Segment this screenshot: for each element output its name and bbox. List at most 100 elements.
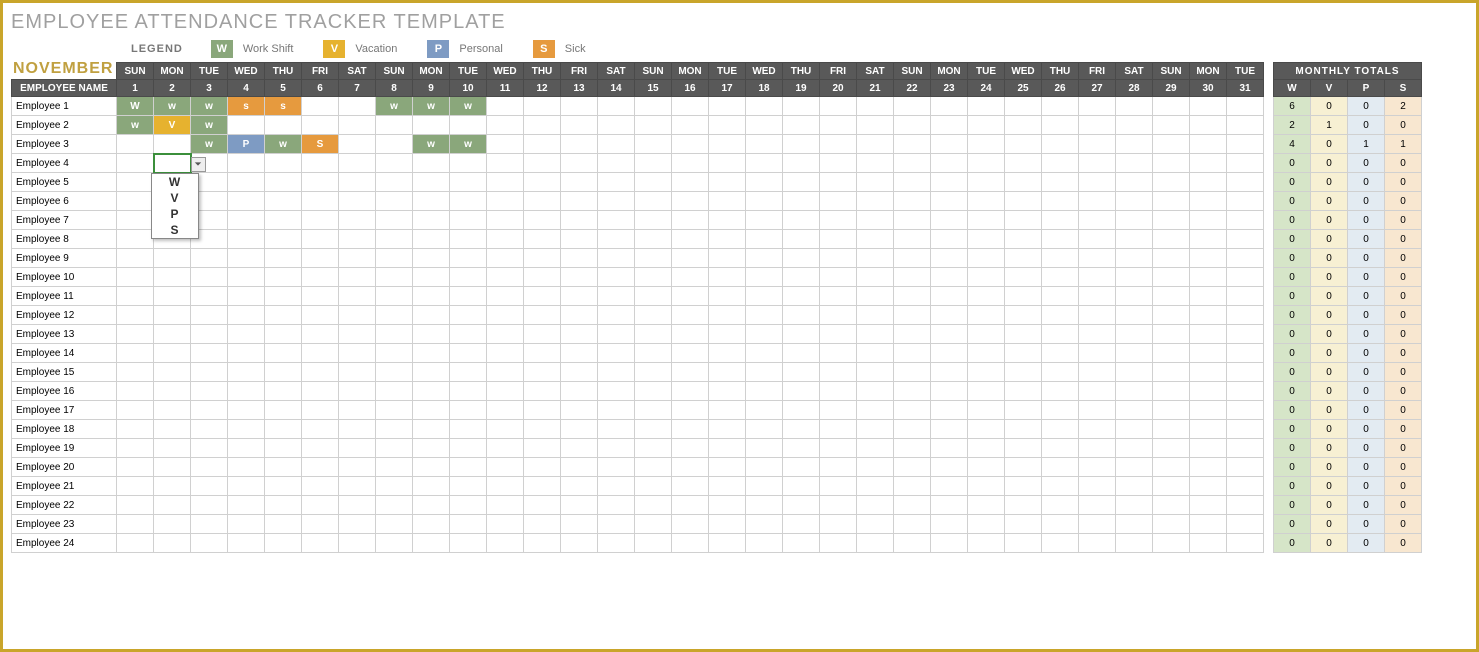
attendance-cell[interactable] (746, 135, 783, 154)
attendance-cell[interactable] (413, 154, 450, 173)
employee-name[interactable]: Employee 3 (12, 135, 117, 154)
dropdown-option-s[interactable]: S (152, 222, 198, 238)
attendance-cell[interactable] (1116, 496, 1153, 515)
attendance-cell[interactable] (1079, 97, 1116, 116)
attendance-cell[interactable] (894, 363, 931, 382)
attendance-cell[interactable] (672, 439, 709, 458)
attendance-cell[interactable] (635, 192, 672, 211)
attendance-cell[interactable] (968, 154, 1005, 173)
attendance-cell[interactable] (672, 192, 709, 211)
attendance-cell[interactable] (598, 458, 635, 477)
attendance-cell[interactable] (931, 420, 968, 439)
attendance-cell[interactable] (894, 534, 931, 553)
attendance-cell[interactable] (376, 534, 413, 553)
attendance-cell[interactable] (968, 477, 1005, 496)
attendance-cell[interactable] (561, 420, 598, 439)
attendance-cell[interactable] (598, 97, 635, 116)
attendance-cell[interactable] (1042, 496, 1079, 515)
attendance-cell[interactable] (117, 211, 154, 230)
attendance-cell[interactable]: w (265, 135, 302, 154)
attendance-cell[interactable] (561, 363, 598, 382)
attendance-cell[interactable] (413, 477, 450, 496)
attendance-cell[interactable] (561, 401, 598, 420)
attendance-cell[interactable] (746, 230, 783, 249)
attendance-cell[interactable] (635, 401, 672, 420)
attendance-cell[interactable] (1079, 306, 1116, 325)
attendance-cell[interactable] (191, 268, 228, 287)
employee-name[interactable]: Employee 4 (12, 154, 117, 173)
attendance-cell[interactable] (783, 344, 820, 363)
attendance-cell[interactable] (265, 249, 302, 268)
attendance-cell[interactable] (709, 325, 746, 344)
attendance-cell[interactable] (820, 268, 857, 287)
attendance-cell[interactable] (783, 173, 820, 192)
attendance-cell[interactable] (117, 268, 154, 287)
attendance-cell[interactable] (413, 173, 450, 192)
attendance-cell[interactable] (487, 287, 524, 306)
attendance-cell[interactable] (635, 173, 672, 192)
attendance-cell[interactable] (339, 420, 376, 439)
attendance-cell[interactable] (635, 496, 672, 515)
attendance-cell[interactable] (117, 287, 154, 306)
attendance-cell[interactable] (228, 192, 265, 211)
employee-name[interactable]: Employee 12 (12, 306, 117, 325)
attendance-cell[interactable] (672, 401, 709, 420)
attendance-cell[interactable]: S (302, 135, 339, 154)
attendance-cell[interactable] (228, 477, 265, 496)
attendance-cell[interactable] (376, 439, 413, 458)
attendance-cell[interactable] (487, 458, 524, 477)
attendance-cell[interactable] (931, 230, 968, 249)
attendance-cell[interactable] (783, 154, 820, 173)
attendance-cell[interactable] (561, 97, 598, 116)
attendance-cell[interactable] (968, 458, 1005, 477)
attendance-cell[interactable] (228, 382, 265, 401)
attendance-cell[interactable] (413, 496, 450, 515)
attendance-cell[interactable] (339, 363, 376, 382)
attendance-cell[interactable] (1005, 306, 1042, 325)
attendance-cell[interactable] (857, 97, 894, 116)
attendance-cell[interactable] (302, 325, 339, 344)
attendance-cell[interactable] (524, 116, 561, 135)
attendance-cell[interactable] (820, 249, 857, 268)
attendance-cell[interactable] (1190, 325, 1227, 344)
attendance-cell[interactable] (524, 173, 561, 192)
attendance-cell[interactable] (968, 496, 1005, 515)
attendance-cell[interactable] (1079, 496, 1116, 515)
attendance-cell[interactable] (709, 363, 746, 382)
attendance-cell[interactable] (154, 534, 191, 553)
attendance-cell[interactable] (1227, 458, 1264, 477)
attendance-cell[interactable] (265, 306, 302, 325)
attendance-cell[interactable] (598, 306, 635, 325)
attendance-cell[interactable] (228, 363, 265, 382)
attendance-cell[interactable] (450, 515, 487, 534)
attendance-cell[interactable] (413, 192, 450, 211)
attendance-cell[interactable] (1227, 268, 1264, 287)
attendance-cell[interactable]: w (413, 135, 450, 154)
attendance-cell[interactable]: s (265, 97, 302, 116)
attendance-cell[interactable] (302, 154, 339, 173)
attendance-cell[interactable] (339, 173, 376, 192)
attendance-cell[interactable] (1116, 401, 1153, 420)
attendance-cell[interactable] (561, 116, 598, 135)
attendance-cell[interactable] (820, 230, 857, 249)
attendance-cell[interactable] (117, 477, 154, 496)
attendance-cell[interactable] (857, 439, 894, 458)
attendance-cell[interactable] (783, 382, 820, 401)
attendance-cell[interactable] (709, 306, 746, 325)
attendance-cell[interactable] (857, 306, 894, 325)
attendance-cell[interactable] (1153, 363, 1190, 382)
attendance-cell[interactable] (635, 268, 672, 287)
attendance-cell[interactable]: V (154, 116, 191, 135)
attendance-cell[interactable] (672, 363, 709, 382)
attendance-cell[interactable] (450, 458, 487, 477)
attendance-cell[interactable] (561, 173, 598, 192)
attendance-cell[interactable] (968, 515, 1005, 534)
attendance-cell[interactable] (302, 249, 339, 268)
attendance-cell[interactable] (302, 97, 339, 116)
attendance-cell[interactable] (1042, 211, 1079, 230)
attendance-cell[interactable] (635, 249, 672, 268)
attendance-cell[interactable] (1042, 420, 1079, 439)
attendance-cell[interactable] (820, 363, 857, 382)
attendance-cell[interactable] (1190, 97, 1227, 116)
attendance-cell[interactable] (709, 116, 746, 135)
